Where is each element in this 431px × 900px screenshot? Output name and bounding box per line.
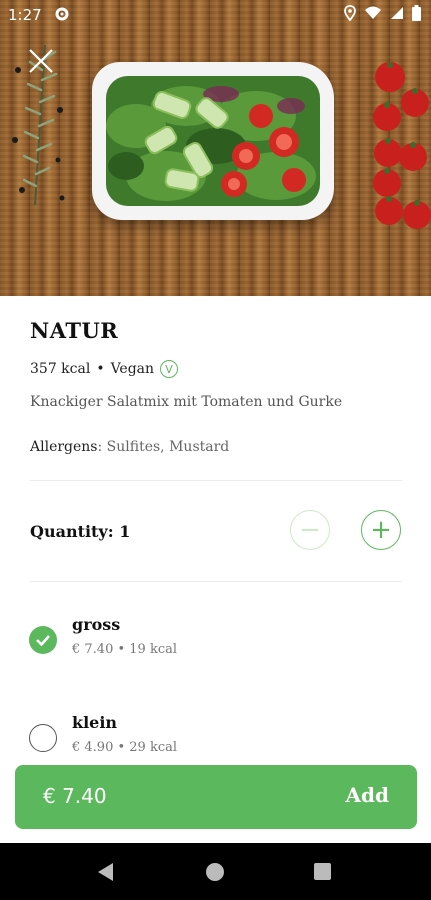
vegan-badge-icon: V	[160, 360, 179, 378]
home-icon[interactable]	[206, 863, 224, 881]
product-allergens: Allergens: Sulfites, Mustard	[30, 439, 229, 455]
gear-icon	[54, 6, 70, 26]
divider	[30, 480, 402, 481]
meta-separator: •	[96, 361, 105, 377]
cta-price: € 7.40	[43, 784, 107, 808]
radio-unchecked-icon[interactable]	[29, 724, 57, 752]
decrease-quantity-button[interactable]: −	[290, 510, 330, 550]
system-navigation-bar	[0, 843, 431, 900]
allergens-value: : Sulfites, Mustard	[97, 439, 230, 455]
salad-image	[106, 76, 320, 206]
salad-plate	[92, 62, 334, 220]
close-icon[interactable]	[26, 46, 56, 76]
option-details: € 4.90 • 29 kcal	[72, 740, 178, 755]
hero-image	[0, 0, 431, 296]
checkmark-icon[interactable]	[29, 626, 57, 654]
back-icon[interactable]	[98, 863, 113, 881]
product-kcal: 357 kcal	[30, 361, 91, 377]
cta-label: Add	[345, 783, 390, 807]
plus-icon: +	[370, 515, 392, 545]
option-name: gross	[72, 615, 121, 634]
quantity-label: Quantity: 1	[30, 522, 131, 541]
add-to-cart-button[interactable]: € 7.40 Add	[15, 765, 417, 829]
product-diet: Vegan	[110, 361, 155, 377]
product-title: NATUR	[30, 318, 119, 343]
allergens-label: Allergens	[30, 439, 98, 455]
status-time: 1:27	[8, 6, 42, 24]
location-icon	[344, 5, 356, 25]
product-description: Knackiger Salatmix mit Tomaten und Gurke	[30, 394, 343, 410]
option-details: € 7.40 • 19 kcal	[72, 642, 178, 657]
increase-quantity-button[interactable]: +	[361, 510, 401, 550]
product-meta: 357 kcal • Vegan V	[30, 360, 179, 378]
cherry-tomatoes-decoration	[373, 62, 431, 229]
size-option-klein[interactable]: klein € 4.90 • 29 kcal	[0, 712, 431, 772]
minus-icon: −	[299, 515, 321, 545]
wifi-icon	[364, 6, 382, 24]
recents-icon[interactable]	[314, 863, 331, 880]
option-name: klein	[72, 713, 118, 732]
battery-icon	[412, 5, 421, 25]
status-bar: 1:27	[0, 0, 431, 30]
size-option-gross[interactable]: gross € 7.40 • 19 kcal	[0, 614, 431, 674]
divider	[30, 581, 402, 582]
signal-icon	[390, 6, 404, 24]
